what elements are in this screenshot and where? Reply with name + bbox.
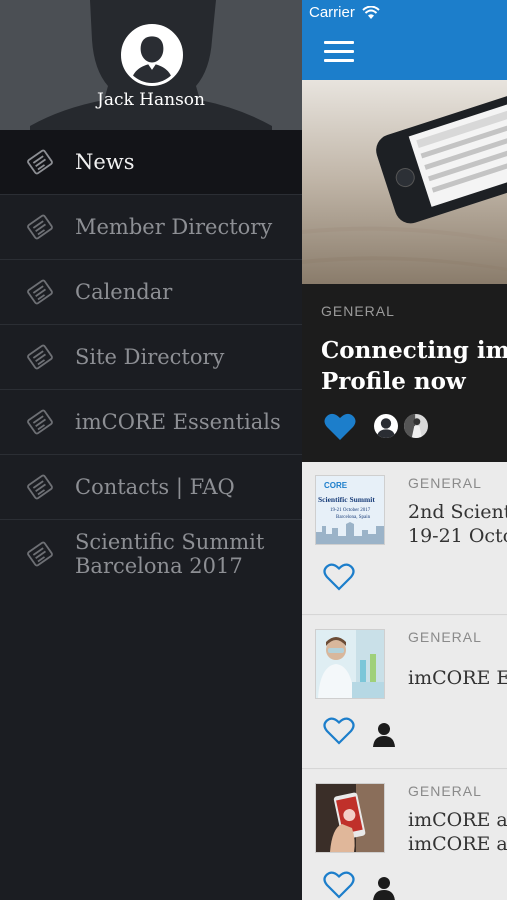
thumb-brand: CORE (324, 481, 348, 490)
menu-item-label: Calendar (75, 280, 173, 304)
status-carrier: Carrier (309, 4, 355, 21)
newspaper-icon (27, 344, 53, 370)
newspaper-icon (27, 214, 53, 240)
lab-scientist-thumbnail (316, 630, 384, 698)
menu-item-label: Scientific Summit Barcelona 2017 (75, 530, 265, 578)
menu-item-news[interactable]: News (0, 130, 302, 195)
phone-on-desk-image (302, 80, 507, 284)
post-thumbnail (315, 783, 385, 853)
post-title: imCORE a imCORE a (408, 809, 507, 855)
top-bar: Carrier (302, 0, 507, 80)
post-card[interactable]: GENERAL imCORE E (302, 616, 507, 769)
thumb-heading: Scientific Summit (318, 495, 375, 504)
profile-header[interactable]: Jack Hanson (0, 0, 302, 130)
featured-post[interactable]: GENERAL Connecting im Profile now (302, 284, 507, 462)
menu-item-scientific-summit[interactable]: Scientific Summit Barcelona 2017 (0, 520, 302, 588)
post-category: GENERAL (408, 475, 482, 491)
summit-poster-thumbnail: CORE Scientific Summit 19-21 October 201… (316, 476, 384, 544)
menu-item-label: Site Directory (75, 345, 225, 369)
drawer-menu: News Member Directory Calendar Site Dire… (0, 130, 302, 588)
user-silhouette-icon[interactable] (372, 721, 396, 747)
avatar (402, 412, 430, 440)
menu-item-label: Member Directory (75, 215, 273, 239)
featured-title: Connecting im Profile now (321, 335, 507, 397)
post-card[interactable]: CORE Scientific Summit 19-21 October 201… (302, 462, 507, 615)
menu-item-label: imCORE Essentials (75, 410, 281, 434)
user-silhouette-icon[interactable] (372, 875, 396, 900)
menu-item-contacts-faq[interactable]: Contacts | FAQ (0, 455, 302, 520)
avatar[interactable] (121, 24, 183, 86)
menu-item-label: Contacts | FAQ (75, 475, 235, 499)
menu-item-label: News (75, 150, 135, 174)
post-category: GENERAL (408, 629, 482, 645)
hand-holding-phone-thumbnail (316, 784, 384, 852)
post-category: GENERAL (408, 783, 482, 799)
heart-filled-icon[interactable] (323, 412, 357, 442)
featured-image[interactable] (302, 80, 507, 284)
thumb-place: Barcelona, Spain (336, 515, 371, 520)
menu-item-imcore-essentials[interactable]: imCORE Essentials (0, 390, 302, 455)
user-name: Jack Hanson (97, 90, 205, 110)
newspaper-icon (27, 541, 53, 567)
post-title: imCORE E (408, 667, 507, 689)
featured-category: GENERAL (321, 303, 395, 319)
wifi-icon (362, 6, 380, 19)
post-card[interactable]: GENERAL imCORE a imCORE a (302, 770, 507, 900)
user-silhouette-icon (124, 27, 180, 83)
newspaper-icon (27, 409, 53, 435)
liked-by-avatars[interactable] (372, 412, 434, 442)
menu-item-calendar[interactable]: Calendar (0, 260, 302, 325)
side-drawer: Jack Hanson News Member Directory Calend… (0, 0, 302, 900)
thumb-dates: 19-21 October 2017 (330, 508, 371, 513)
newspaper-icon (27, 279, 53, 305)
avatar (372, 412, 400, 440)
main-panel: Carrier GENERAL Connecting im Profile no… (302, 0, 507, 900)
menu-item-site-directory[interactable]: Site Directory (0, 325, 302, 390)
heart-outline-icon[interactable] (322, 716, 356, 746)
newspaper-icon (27, 149, 53, 175)
featured-title-text: Connecting im Profile now (321, 337, 507, 395)
post-thumbnail (315, 629, 385, 699)
heart-outline-icon[interactable] (322, 870, 356, 900)
post-title: 2nd Scient 19-21 Octo (408, 501, 507, 547)
newspaper-icon (27, 474, 53, 500)
post-thumbnail: CORE Scientific Summit 19-21 October 201… (315, 475, 385, 545)
hamburger-menu-icon[interactable] (324, 39, 356, 65)
menu-item-member-directory[interactable]: Member Directory (0, 195, 302, 260)
heart-outline-icon[interactable] (322, 562, 356, 592)
